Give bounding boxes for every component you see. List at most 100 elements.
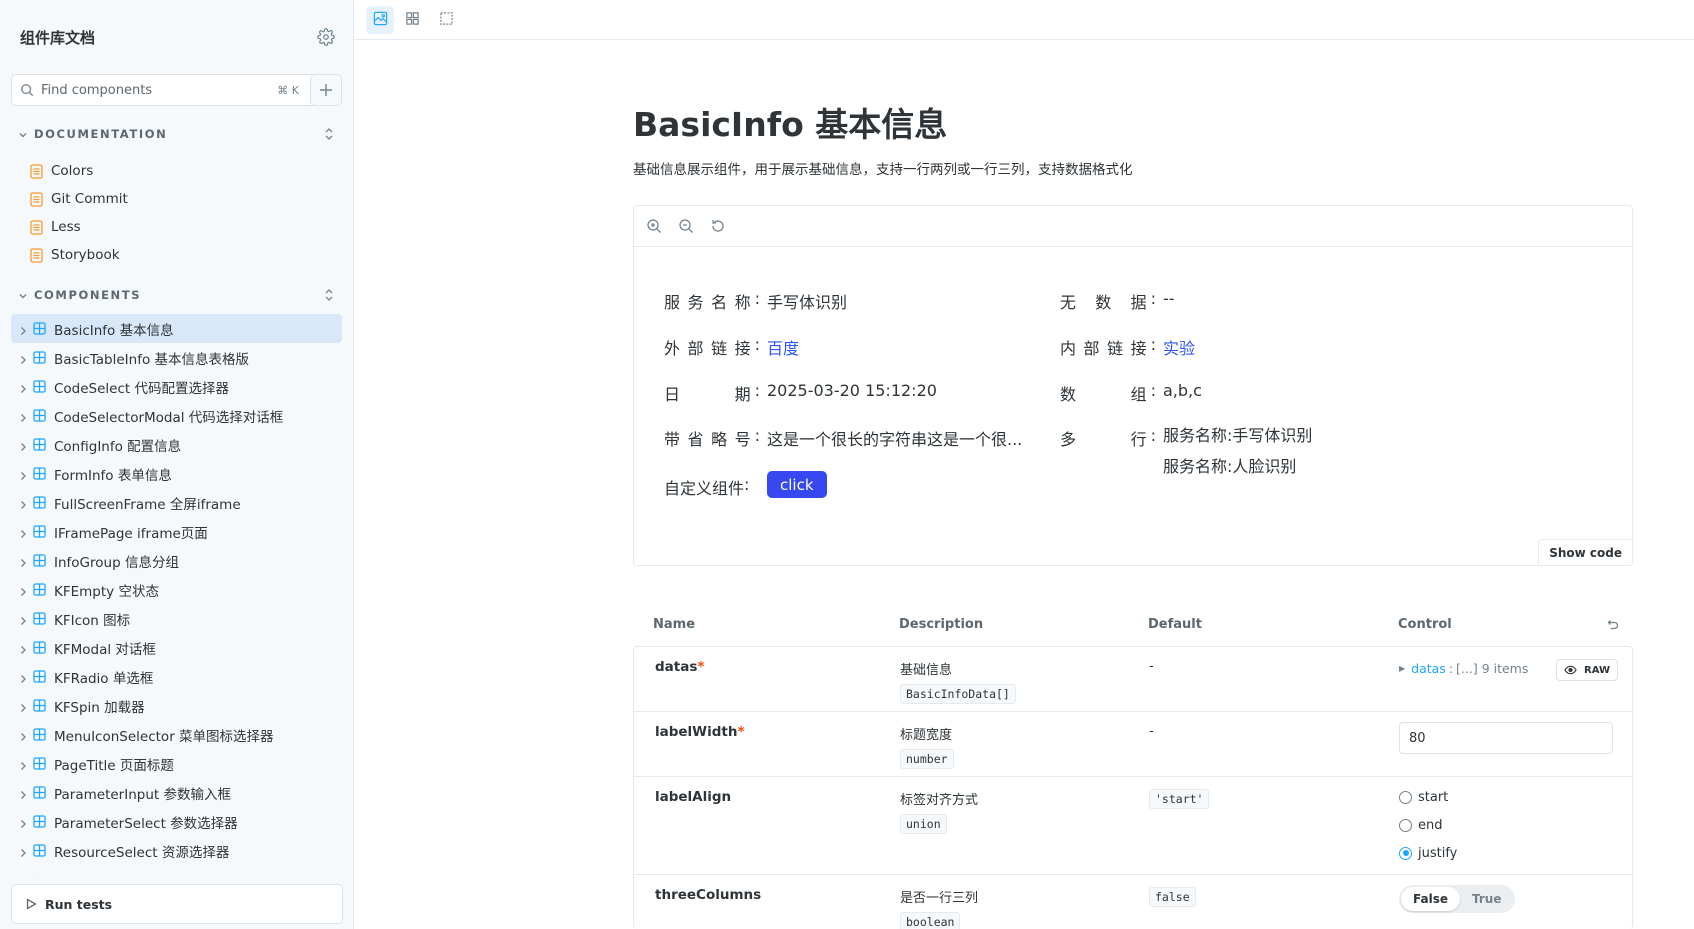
settings-gear-icon[interactable] [317, 28, 335, 46]
sidebar-component-item[interactable]: KFRadio 单选框 [11, 662, 342, 691]
sidebar-component-item[interactable]: KFModal 对话框 [11, 633, 342, 662]
radio-dot[interactable] [1399, 818, 1412, 832]
page-description: 基础信息展示组件，用于展示基础信息，支持一行两列或一行三列，支持数据格式化 [633, 162, 1133, 178]
arg-desc-text: 基础信息 [900, 663, 953, 678]
chevron-right-icon[interactable] [19, 382, 27, 393]
component-label: InfoGroup 信息分组 [54, 554, 179, 571]
arg-default: - [1149, 724, 1154, 739]
doc-item[interactable]: Less [30, 213, 128, 241]
components-section-header[interactable]: COMPONENTS [18, 286, 335, 304]
chevron-right-icon[interactable] [19, 498, 27, 509]
object-control[interactable]: ▶ datas : [...] 9 items [1399, 661, 1528, 676]
chevron-right-icon[interactable] [19, 527, 27, 538]
chevron-right-icon[interactable] [19, 672, 27, 683]
internal-link[interactable]: 实验 [1163, 335, 1195, 359]
toggle-switch[interactable]: False True [1399, 885, 1516, 913]
doc-item[interactable]: Git Commit [30, 185, 128, 213]
component-label: KFEmpty 空状态 [54, 583, 159, 600]
radio-option-start[interactable]: start [1399, 783, 1457, 811]
component-label: KFIcon 图标 [54, 612, 131, 629]
arg-description: 基础信息 BasicInfoData[] [900, 659, 1016, 704]
external-link[interactable]: 百度 [767, 335, 799, 359]
chevron-right-icon[interactable] [19, 817, 27, 828]
sidebar-component-item[interactable]: PageTitle 页面标题 [11, 749, 342, 778]
info-label-text: 服务名称 [664, 293, 751, 312]
grid-button[interactable] [398, 6, 426, 34]
reset-zoom-icon[interactable] [710, 218, 726, 234]
sidebar-component-item[interactable]: ParameterSelect 参数选择器 [11, 807, 342, 836]
chevron-right-icon[interactable] [19, 324, 27, 335]
header-default: Default [1148, 617, 1202, 632]
info-value: 手写体识别 [767, 293, 848, 312]
sidebar-component-item[interactable]: CodeSelect 代码配置选择器 [11, 372, 342, 401]
sidebar-component-item[interactable]: FormInfo 表单信息 [11, 459, 342, 488]
doc-item[interactable]: Colors [30, 157, 128, 185]
chevron-right-icon[interactable] [19, 788, 27, 799]
arg-name: datas* [655, 659, 705, 675]
search-box[interactable]: ⌘ K [11, 74, 334, 106]
expand-triangle-icon[interactable]: ▶ [1399, 664, 1405, 673]
sidebar-component-item[interactable]: IFramePage iframe页面 [11, 517, 342, 546]
arg-row-datas: datas* 基础信息 BasicInfoData[] - ▶ datas : … [634, 647, 1632, 712]
chevron-right-icon[interactable] [19, 556, 27, 567]
sidebar-component-item[interactable]: ConfigInfo 配置信息 [11, 430, 342, 459]
chevron-right-icon[interactable] [19, 440, 27, 451]
zoom-in-icon[interactable] [646, 218, 662, 234]
click-button[interactable]: click [767, 471, 827, 498]
sidebar-component-item[interactable]: InfoGroup 信息分组 [11, 546, 342, 575]
sidebar-component-item[interactable]: KFSpin 加载器 [11, 691, 342, 720]
sidebar-component-item[interactable]: BasicInfo 基本信息 [11, 314, 342, 343]
chevron-right-icon[interactable] [19, 614, 27, 625]
chevron-right-icon[interactable] [19, 643, 27, 654]
canvas-view-button[interactable] [366, 6, 394, 34]
sidebar-component-item[interactable]: MenuIconSelector 菜单图标选择器 [11, 720, 342, 749]
boolean-toggle[interactable]: False True [1399, 885, 1516, 913]
chevron-right-icon[interactable] [19, 701, 27, 712]
sidebar-component-item[interactable]: FullScreenFrame 全屏iframe [11, 488, 342, 517]
info-label: 自定义组件: [664, 475, 750, 498]
sidebar-component-item[interactable]: CodeSelectorModal 代码选择对话框 [11, 401, 342, 430]
sidebar-component-item[interactable]: KFEmpty 空状态 [11, 575, 342, 604]
chevron-right-icon[interactable] [19, 585, 27, 596]
radio-dot[interactable] [1399, 790, 1412, 804]
sidebar-component-item[interactable]: KFIcon 图标 [11, 604, 342, 633]
sidebar-component-item[interactable]: ParameterInput 参数输入框 [11, 778, 342, 807]
doc-item[interactable]: Storybook [30, 241, 128, 269]
expand-collapse-icon[interactable] [323, 287, 335, 303]
reset-controls-icon[interactable] [1606, 618, 1619, 631]
radio-option-justify[interactable]: justify [1399, 839, 1457, 867]
show-code-button[interactable]: Show code [1538, 539, 1632, 565]
info-value: 2025-03-20 15:12:20 [767, 381, 937, 400]
chevron-right-icon[interactable] [19, 411, 27, 422]
run-tests-button[interactable]: Run tests [11, 884, 343, 924]
chevron-right-icon[interactable] [19, 846, 27, 857]
add-button[interactable] [310, 74, 342, 106]
chevron-right-icon[interactable] [19, 730, 27, 741]
documentation-section-header[interactable]: DOCUMENTATION [18, 125, 335, 143]
component-label: PageTitle 页面标题 [54, 757, 174, 774]
search-input[interactable] [41, 82, 278, 98]
sidebar-title: 组件库文档 [20, 28, 96, 47]
chevron-right-icon[interactable] [19, 469, 27, 480]
labelwidth-number-input[interactable] [1399, 722, 1613, 754]
page-title: BasicInfo 基本信息 [633, 105, 948, 144]
grid-icon [405, 11, 420, 30]
sidebar-component-item[interactable]: ResourceSelect 资源选择器 [11, 836, 342, 865]
toggle-true[interactable]: True [1460, 887, 1513, 911]
chevron-right-icon[interactable] [19, 759, 27, 770]
radio-option-end[interactable]: end [1399, 811, 1457, 839]
radio-dot-selected[interactable] [1399, 846, 1412, 860]
arg-name: labelWidth* [655, 724, 745, 740]
toggle-false[interactable]: False [1401, 887, 1460, 911]
outline-button[interactable] [432, 6, 460, 34]
arg-description: 标题宽度 number [900, 724, 954, 769]
zoom-out-icon[interactable] [678, 218, 694, 234]
chevron-right-icon[interactable] [19, 353, 27, 364]
arg-description: 是否一行三列 boolean [900, 887, 978, 929]
component-label: CodeSelect 代码配置选择器 [54, 380, 229, 397]
info-label: 外部链接: [664, 335, 760, 358]
raw-button[interactable]: RAW [1556, 659, 1619, 681]
sidebar-component-item[interactable]: BasicTableInfo 基本信息表格版 [11, 343, 342, 372]
expand-collapse-icon[interactable] [323, 126, 335, 142]
component-label: CodeSelectorModal 代码选择对话框 [54, 409, 284, 426]
